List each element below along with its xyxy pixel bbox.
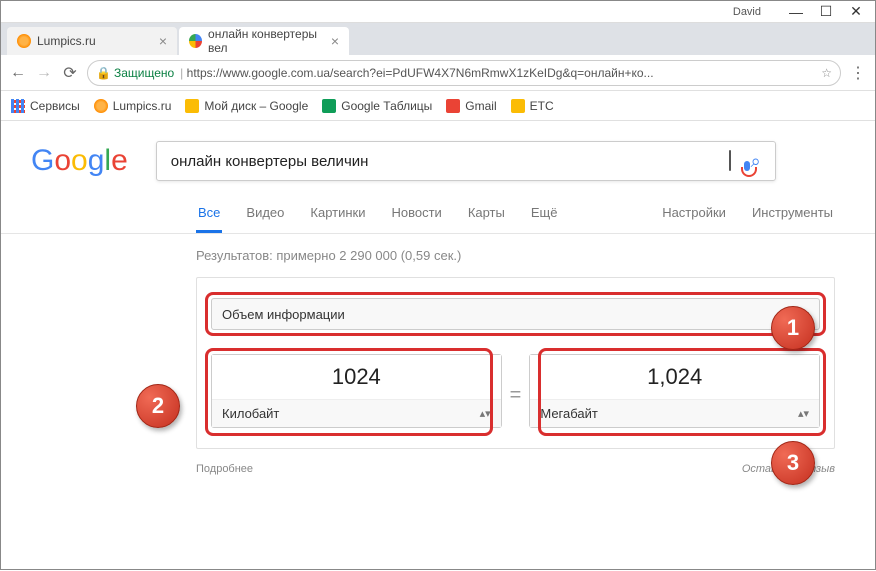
tab-google[interactable]: онлайн конвертеры вел × <box>179 27 349 55</box>
tab-all[interactable]: Все <box>196 195 222 233</box>
bookmark-drive[interactable]: Мой диск – Google <box>185 99 308 113</box>
tab-news[interactable]: Новости <box>389 195 443 233</box>
search-box[interactable]: ⌕ <box>156 141 776 181</box>
maximize-button[interactable]: ☐ <box>811 3 841 20</box>
annotation-bubble-3: 3 <box>771 441 815 485</box>
more-link[interactable]: Подробнее <box>196 463 253 475</box>
browser-tabs: Lumpics.ru × онлайн конвертеры вел × <box>1 23 875 55</box>
window-titlebar: David — ☐ ✕ <box>1 1 875 23</box>
bookmark-label: Мой диск – Google <box>204 99 308 113</box>
bookmark-label: Google Таблицы <box>341 99 432 113</box>
search-header: Google ⌕ <box>1 121 875 195</box>
page-content: Google ⌕ Все Видео Картинки Новости Карт… <box>1 121 875 571</box>
tab-images[interactable]: Картинки <box>308 195 367 233</box>
highlight-3 <box>538 348 826 436</box>
folder-icon <box>511 99 525 113</box>
bookmark-label: Lumpics.ru <box>113 99 172 113</box>
reload-button[interactable]: ⟳ <box>61 64 79 82</box>
tab-label: онлайн конвертеры вел <box>208 27 331 55</box>
close-window-button[interactable]: ✕ <box>841 3 871 20</box>
google-favicon-icon <box>189 34 202 48</box>
tab-maps[interactable]: Карты <box>466 195 507 233</box>
close-tab-icon[interactable]: × <box>159 33 167 49</box>
minimize-button[interactable]: — <box>781 4 811 20</box>
apps-button[interactable]: Сервисы <box>11 99 80 113</box>
secure-badge: 🔒 Защищено <box>96 66 174 80</box>
url-bar[interactable]: 🔒 Защищено | https://www.google.com.ua/s… <box>87 60 841 86</box>
secure-label: Защищено <box>114 66 174 80</box>
drive-icon <box>185 99 199 113</box>
converter-card: Объем информации ▴▾ Килобайт ▴▾ = Мегаба… <box>196 277 835 449</box>
bookmark-star-icon[interactable]: ☆ <box>821 66 832 80</box>
bookmark-label: ETC <box>530 99 554 113</box>
annotation-bubble-2: 2 <box>136 384 180 428</box>
bookmark-label: Gmail <box>465 99 496 113</box>
bookmark-etc[interactable]: ETC <box>511 99 554 113</box>
tab-more[interactable]: Ещё <box>529 195 560 233</box>
bookmark-gmail[interactable]: Gmail <box>446 99 496 113</box>
orange-favicon-icon <box>17 34 31 48</box>
bookmark-label: Сервисы <box>30 99 80 113</box>
orange-favicon-icon <box>94 99 108 113</box>
menu-button[interactable]: ⋮ <box>849 64 867 82</box>
card-footer: Подробнее Оставить отзыв <box>196 455 835 475</box>
window-user: David <box>733 6 761 18</box>
close-tab-icon[interactable]: × <box>331 33 339 49</box>
tab-tools[interactable]: Инструменты <box>750 195 835 233</box>
sheets-icon <box>322 99 336 113</box>
url-text: https://www.google.com.ua/search?ei=PdUF… <box>187 66 654 80</box>
gmail-icon <box>446 99 460 113</box>
address-bar-row: ← → ⟳ 🔒 Защищено | https://www.google.co… <box>1 55 875 91</box>
highlight-2 <box>205 348 493 436</box>
equals-label: = <box>510 384 522 407</box>
keyboard-icon[interactable] <box>729 151 731 171</box>
tab-video[interactable]: Видео <box>244 195 286 233</box>
back-button[interactable]: ← <box>9 64 27 82</box>
forward-button[interactable]: → <box>35 64 53 82</box>
search-input[interactable] <box>171 153 719 170</box>
tab-label: Lumpics.ru <box>37 34 96 48</box>
bookmark-sheets[interactable]: Google Таблицы <box>322 99 432 113</box>
tab-lumpics[interactable]: Lumpics.ru × <box>7 27 177 55</box>
bookmark-lumpics[interactable]: Lumpics.ru <box>94 99 172 113</box>
google-logo[interactable]: Google <box>31 144 128 178</box>
results-count: Результатов: примерно 2 290 000 (0,59 се… <box>1 234 875 263</box>
bookmarks-bar: Сервисы Lumpics.ru Мой диск – Google Goo… <box>1 91 875 121</box>
search-tabs: Все Видео Картинки Новости Карты Ещё Нас… <box>1 195 875 234</box>
highlight-1 <box>205 292 826 336</box>
annotation-bubble-1: 1 <box>771 306 815 350</box>
lock-icon: 🔒 <box>96 66 111 80</box>
tab-settings[interactable]: Настройки <box>660 195 728 233</box>
apps-icon <box>11 99 25 113</box>
